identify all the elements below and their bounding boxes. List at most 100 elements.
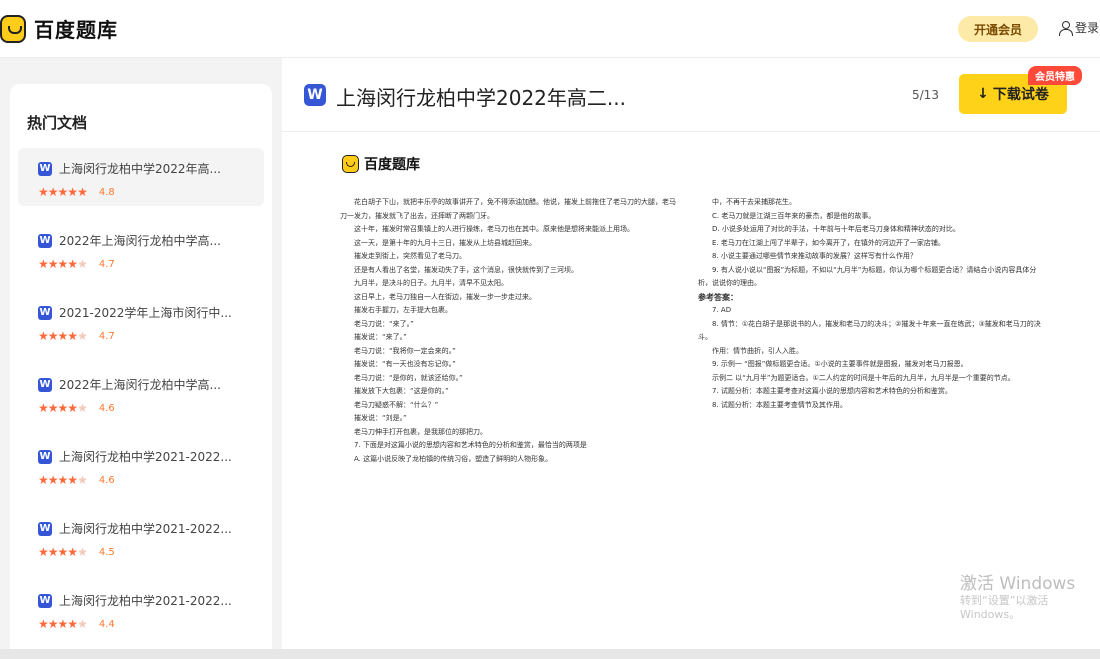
star-icon: ★ <box>38 545 49 559</box>
logo-text: 百度题库 <box>34 18 118 42</box>
word-doc-icon: W <box>38 449 52 464</box>
page-paragraph: 参考答案： <box>698 292 738 302</box>
page-paragraph: 9. 有人说小说以“图报”为标题，不如以“九月半”为标题，你认为哪个标题更合适？… <box>698 265 1037 288</box>
page-logo: 百度题库 <box>342 154 420 174</box>
document-viewer: W 上海闵行龙柏中学2022年高二... 5/13 ↓ 下载试卷 会员特惠 百度… <box>282 58 1100 659</box>
list-item[interactable]: W 上海闵行龙柏中学2021-2022... ★★★★★ 4.6 <box>18 436 264 494</box>
download-arrow-icon: ↓ <box>977 86 989 102</box>
star-rating: ★★★★★ <box>38 257 88 271</box>
doc-row: W 上海闵行龙柏中学2021-2022... <box>38 520 264 537</box>
doc-row: W 上海闵行龙柏中学2021-2022... <box>38 592 264 609</box>
user-icon <box>1058 20 1073 36</box>
list-item[interactable]: W 上海闵行龙柏中学2021-2022... ★★★★★ 4.5 <box>18 508 264 566</box>
star-rating: ★★★★★ <box>38 329 88 343</box>
star-icon: ★ <box>77 401 88 415</box>
star-icon: ★ <box>38 617 49 631</box>
open-vip-button[interactable]: 开通会员 <box>958 16 1038 42</box>
doc-title: 2022年上海闵行龙柏中学高... <box>59 378 221 392</box>
star-icon: ★ <box>57 257 69 271</box>
page-paragraph: 8. 情节：①花白胡子是那说书的人，摧发和老马刀的决斗；②摧发十年来一直在练武；… <box>698 319 1041 342</box>
star-icon: ★ <box>38 329 49 343</box>
rating-value: 4.6 <box>98 474 115 486</box>
baidu-tiku-logo-icon <box>0 14 26 43</box>
rating-value: 4.4 <box>98 618 115 630</box>
star-icon: ★ <box>47 545 59 559</box>
list-item[interactable]: W 2022年上海闵行龙柏中学高... ★★★★★ 4.6 <box>18 364 264 422</box>
star-icon: ★ <box>47 329 59 343</box>
word-doc-icon: W <box>38 593 52 608</box>
doc-row: W 2022年上海闵行龙柏中学高... <box>38 376 264 393</box>
watermark-line1: 激活 Windows <box>960 574 1076 594</box>
page-paragraph: A. 这篇小说反映了龙柏镇的传统习俗，塑造了鲜明的人物形象。 <box>354 454 553 463</box>
page-paragraph: 7. AD <box>712 306 732 314</box>
page-paragraph: 9. 示例一 “图报”做标题更合适。①小说的主要事件就是图报，摧发对老马刀报恩。 <box>712 360 968 368</box>
star-icon: ★ <box>57 401 69 415</box>
doc-row: W 上海闵行龙柏中学2021-2022... <box>38 448 264 465</box>
site-logo[interactable]: 百度题库 <box>0 14 118 43</box>
rating-row: ★★★★★ 4.4 <box>38 617 264 631</box>
star-icon: ★ <box>67 617 78 631</box>
star-icon: ★ <box>47 473 59 487</box>
star-icon: ★ <box>38 401 49 415</box>
star-icon: ★ <box>57 473 69 487</box>
page-paragraph: D. 小说多处运用了对比的手法，十年前与十年后老马刀身体和精神状态的对比。 <box>712 225 960 233</box>
page-paragraph: 中，不再干去采捕那花生。 <box>712 198 796 206</box>
doc-row: W 2021-2022学年上海市闵行中... <box>38 304 264 321</box>
windows-activation-watermark: 激活 Windows 转到“设置”以激活 Windows。 <box>960 574 1100 622</box>
page-paragraph: 老马刀说：“我将你一定会来的。” <box>354 346 456 355</box>
rating-row: ★★★★★ 4.5 <box>38 545 264 559</box>
page-paragraph: C. 老马刀就是江湖三百年来的豪杰，都是他的故事。 <box>712 211 876 220</box>
word-doc-icon: W <box>38 233 52 248</box>
star-icon: ★ <box>67 473 78 487</box>
word-doc-icon: W <box>304 84 326 106</box>
login-link[interactable]: 登录 <box>1058 19 1099 36</box>
star-icon: ★ <box>77 617 88 631</box>
page-paragraph: 这十年，摧发时常召集镇上的人进行操练，老马刀也在其中。原来他是想将来能派上用场。 <box>354 225 634 233</box>
page-indicator: 5/13 <box>912 88 939 102</box>
star-rating: ★★★★★ <box>38 617 88 631</box>
star-icon: ★ <box>67 185 78 199</box>
page-paragraph: 老马刀伸手打开包裹，是我那位的那把刀。 <box>354 427 487 436</box>
page-paragraph: 7. 试题分析：本题主要考查对这篇小说的思想内容和艺术特色的分析和鉴赏。 <box>712 387 952 395</box>
list-item[interactable]: W 上海闵行龙柏中学2022年高... ★★★★★ 4.8 <box>18 148 264 206</box>
rating-value: 4.6 <box>98 402 115 414</box>
rating-value: 4.8 <box>98 186 115 198</box>
list-item[interactable]: W 2021-2022学年上海市闵行中... ★★★★★ 4.7 <box>18 292 264 350</box>
star-icon: ★ <box>67 545 78 559</box>
star-icon: ★ <box>67 257 78 271</box>
taskbar <box>0 649 1100 659</box>
document-header: W 上海闵行龙柏中学2022年高二... 5/13 ↓ 下载试卷 会员特惠 <box>282 58 1100 132</box>
baidu-tiku-logo-icon <box>342 155 359 173</box>
star-icon: ★ <box>67 401 78 415</box>
word-doc-icon: W <box>38 521 52 536</box>
download-label: 下载试卷 <box>992 87 1049 103</box>
page-paragraph: 摧发说：“有一天也没有忘记你。” <box>354 360 456 368</box>
star-icon: ★ <box>77 185 88 199</box>
list-item[interactable]: W 2022年上海闵行龙柏中学高... ★★★★★ 4.7 <box>18 220 264 278</box>
word-doc-icon: W <box>38 377 52 392</box>
doc-row: W 2022年上海闵行龙柏中学高... <box>38 232 264 249</box>
page-paragraph: 摧发走到街上，突然看见了老马刀。 <box>354 252 466 260</box>
star-rating: ★★★★★ <box>38 185 88 199</box>
document-title: 上海闵行龙柏中学2022年高二... <box>336 86 626 110</box>
page-paragraph: 还是有人看出了名堂，摧发动失了手，这个消息，很快就传到了三河坝。 <box>354 265 578 274</box>
page-paragraph: 老马刀说：“来了。” <box>354 319 414 328</box>
rating-row: ★★★★★ 4.6 <box>38 401 264 415</box>
rating-row: ★★★★★ 4.8 <box>38 185 264 199</box>
star-icon: ★ <box>57 617 69 631</box>
sidebar-title: 热门文档 <box>27 114 88 132</box>
page-paragraph: 作用：情节曲折，引人入胜。 <box>712 346 803 355</box>
doc-title: 上海闵行龙柏中学2022年高... <box>59 162 221 176</box>
star-icon: ★ <box>77 329 88 343</box>
top-header: 百度题库 开通会员 登录 <box>0 0 1100 58</box>
list-item[interactable]: W 上海闵行龙柏中学2021-2022... ★★★★★ 4.4 <box>18 580 264 638</box>
page-paragraph: 这一天，是第十年的九月十三日，摧发从上坊县城赶回来。 <box>354 238 536 247</box>
page-paragraph: 8. 小说主要通过哪些情节来推动故事的发展？这样写有什么作用？ <box>712 252 917 260</box>
star-icon: ★ <box>47 617 59 631</box>
doc-row: W 上海闵行龙柏中学2022年高... <box>38 160 264 177</box>
rating-value: 4.7 <box>98 330 115 342</box>
star-icon: ★ <box>57 329 69 343</box>
page-paragraph: 九月半，是决斗的日子。九月半，清早不见太阳。 <box>354 279 508 287</box>
page-paragraph: 摧发说：“来了。” <box>354 333 407 341</box>
page-paragraph: 老马刀疑惑不解：“什么？” <box>354 400 439 409</box>
